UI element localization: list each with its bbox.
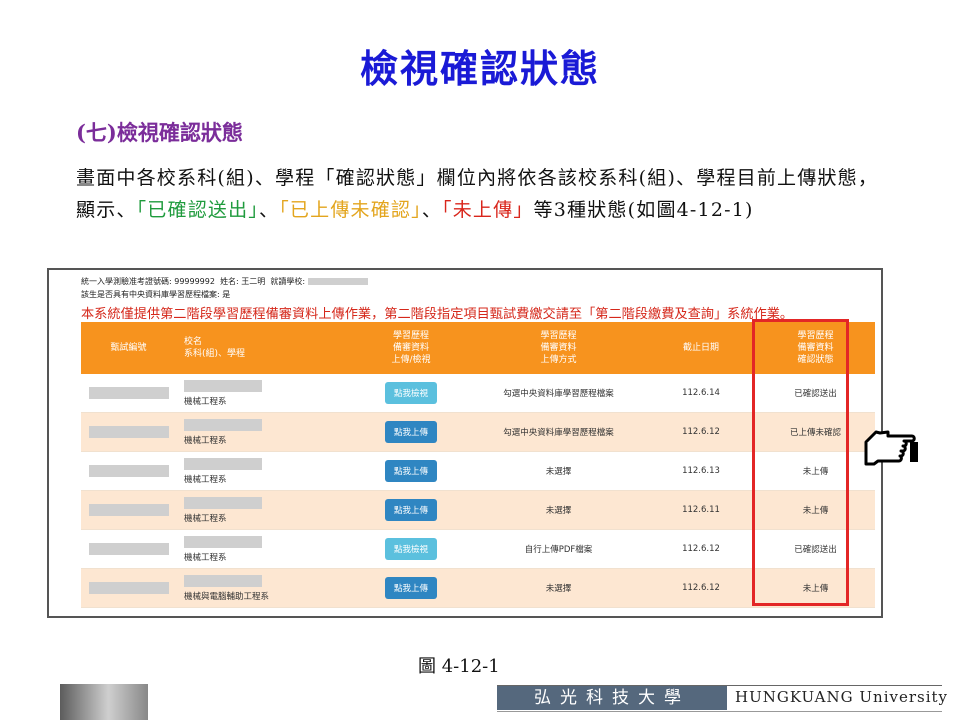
- decorative-photo: [60, 684, 148, 720]
- status-highlight-box: [752, 319, 849, 606]
- redacted-id: [81, 451, 176, 491]
- redacted-id: [81, 374, 176, 413]
- upload-method-cell: 未選擇: [471, 451, 646, 491]
- redacted-id: [81, 568, 176, 608]
- upload-button[interactable]: 點我上傳: [384, 460, 437, 482]
- header-school: 校名 系科(組)、學程: [176, 322, 351, 374]
- school-dept-cell: 機械與電腦輔助工程系: [176, 568, 351, 608]
- exam-number: 統一入學測驗准考證號碼: 99999992: [81, 277, 215, 286]
- student-info-line: 統一入學測驗准考證號碼: 99999992 姓名: 王二明 就讀學校:: [81, 276, 368, 287]
- upload-button[interactable]: 點我上傳: [384, 421, 437, 443]
- paragraph-text: 等3種狀態(如圖4-12-1): [533, 199, 754, 221]
- upload-button[interactable]: 點我上傳: [384, 577, 437, 599]
- deadline-cell: 112.6.12: [646, 529, 756, 569]
- school-dept-cell: 機械工程系: [176, 412, 351, 452]
- upload-method-cell: 勾選中央資料庫學習歷程檔案: [471, 412, 646, 452]
- view-button[interactable]: 點我檢視: [384, 382, 437, 404]
- school-dept-cell: 機械工程系: [176, 529, 351, 569]
- deadline-cell: 112.6.12: [646, 568, 756, 608]
- section-heading: (七)檢視確認狀態: [76, 120, 243, 145]
- deadline-cell: 112.6.14: [646, 374, 756, 413]
- university-name-cn: 弘光科技大學: [497, 686, 727, 710]
- status-confirmed-text: 「已確認送出」: [136, 199, 260, 221]
- upload-method-cell: 未選擇: [471, 568, 646, 608]
- school-dept-cell: 機械工程系: [176, 451, 351, 491]
- view-button[interactable]: 點我檢視: [384, 538, 437, 560]
- header-deadline: 截止日期: [646, 322, 756, 374]
- deadline-cell: 112.6.12: [646, 412, 756, 452]
- central-db-info: 該生是否具有中央資料庫學習歷程檔案: 是: [81, 290, 231, 299]
- redacted-id: [81, 529, 176, 569]
- deadline-cell: 112.6.13: [646, 451, 756, 491]
- status-uploaded-text: 「已上傳未確認」: [279, 199, 422, 221]
- figure-caption: 圖 4-12-1: [418, 656, 500, 677]
- student-name: 姓名: 王二明: [220, 277, 266, 286]
- redacted-id: [81, 490, 176, 530]
- upload-method-cell: 自行上傳PDF檔案: [471, 529, 646, 569]
- university-name-en: HUNGKUANG University: [735, 688, 949, 706]
- header-method: 學習歷程 備審資料 上傳方式: [471, 322, 646, 374]
- slide-title: 檢視確認狀態: [359, 47, 600, 91]
- deadline-cell: 112.6.11: [646, 490, 756, 530]
- school-dept-cell: 機械工程系: [176, 490, 351, 530]
- status-not-uploaded-text: 「未上傳」: [442, 199, 534, 221]
- separator-text: 、: [259, 199, 280, 221]
- description-paragraph: 畫面中各校系科(組)、學程「確認狀態」欄位內將依各該校系科(組)、學程目前上傳狀…: [76, 162, 896, 226]
- separator-text: 、: [421, 199, 443, 221]
- header-upload: 學習歷程 備審資料 上傳/檢視: [351, 322, 471, 374]
- header-id: 甄試編號: [81, 322, 176, 374]
- school-label: 就讀學校:: [270, 277, 306, 286]
- redacted-id: [81, 412, 176, 452]
- pointing-hand-icon: [864, 430, 918, 466]
- upload-method-cell: 勾選中央資料庫學習歷程檔案: [471, 374, 646, 413]
- school-dept-cell: 機械工程系: [176, 374, 351, 413]
- footer-divider: [497, 711, 942, 712]
- upload-button[interactable]: 點我上傳: [384, 499, 437, 521]
- upload-method-cell: 未選擇: [471, 490, 646, 530]
- system-notice: 本系統僅提供第二階段學習歷程備審資料上傳作業，第二階段指定項目甄試費繳交請至「第…: [81, 307, 794, 322]
- redacted-school: [307, 278, 368, 285]
